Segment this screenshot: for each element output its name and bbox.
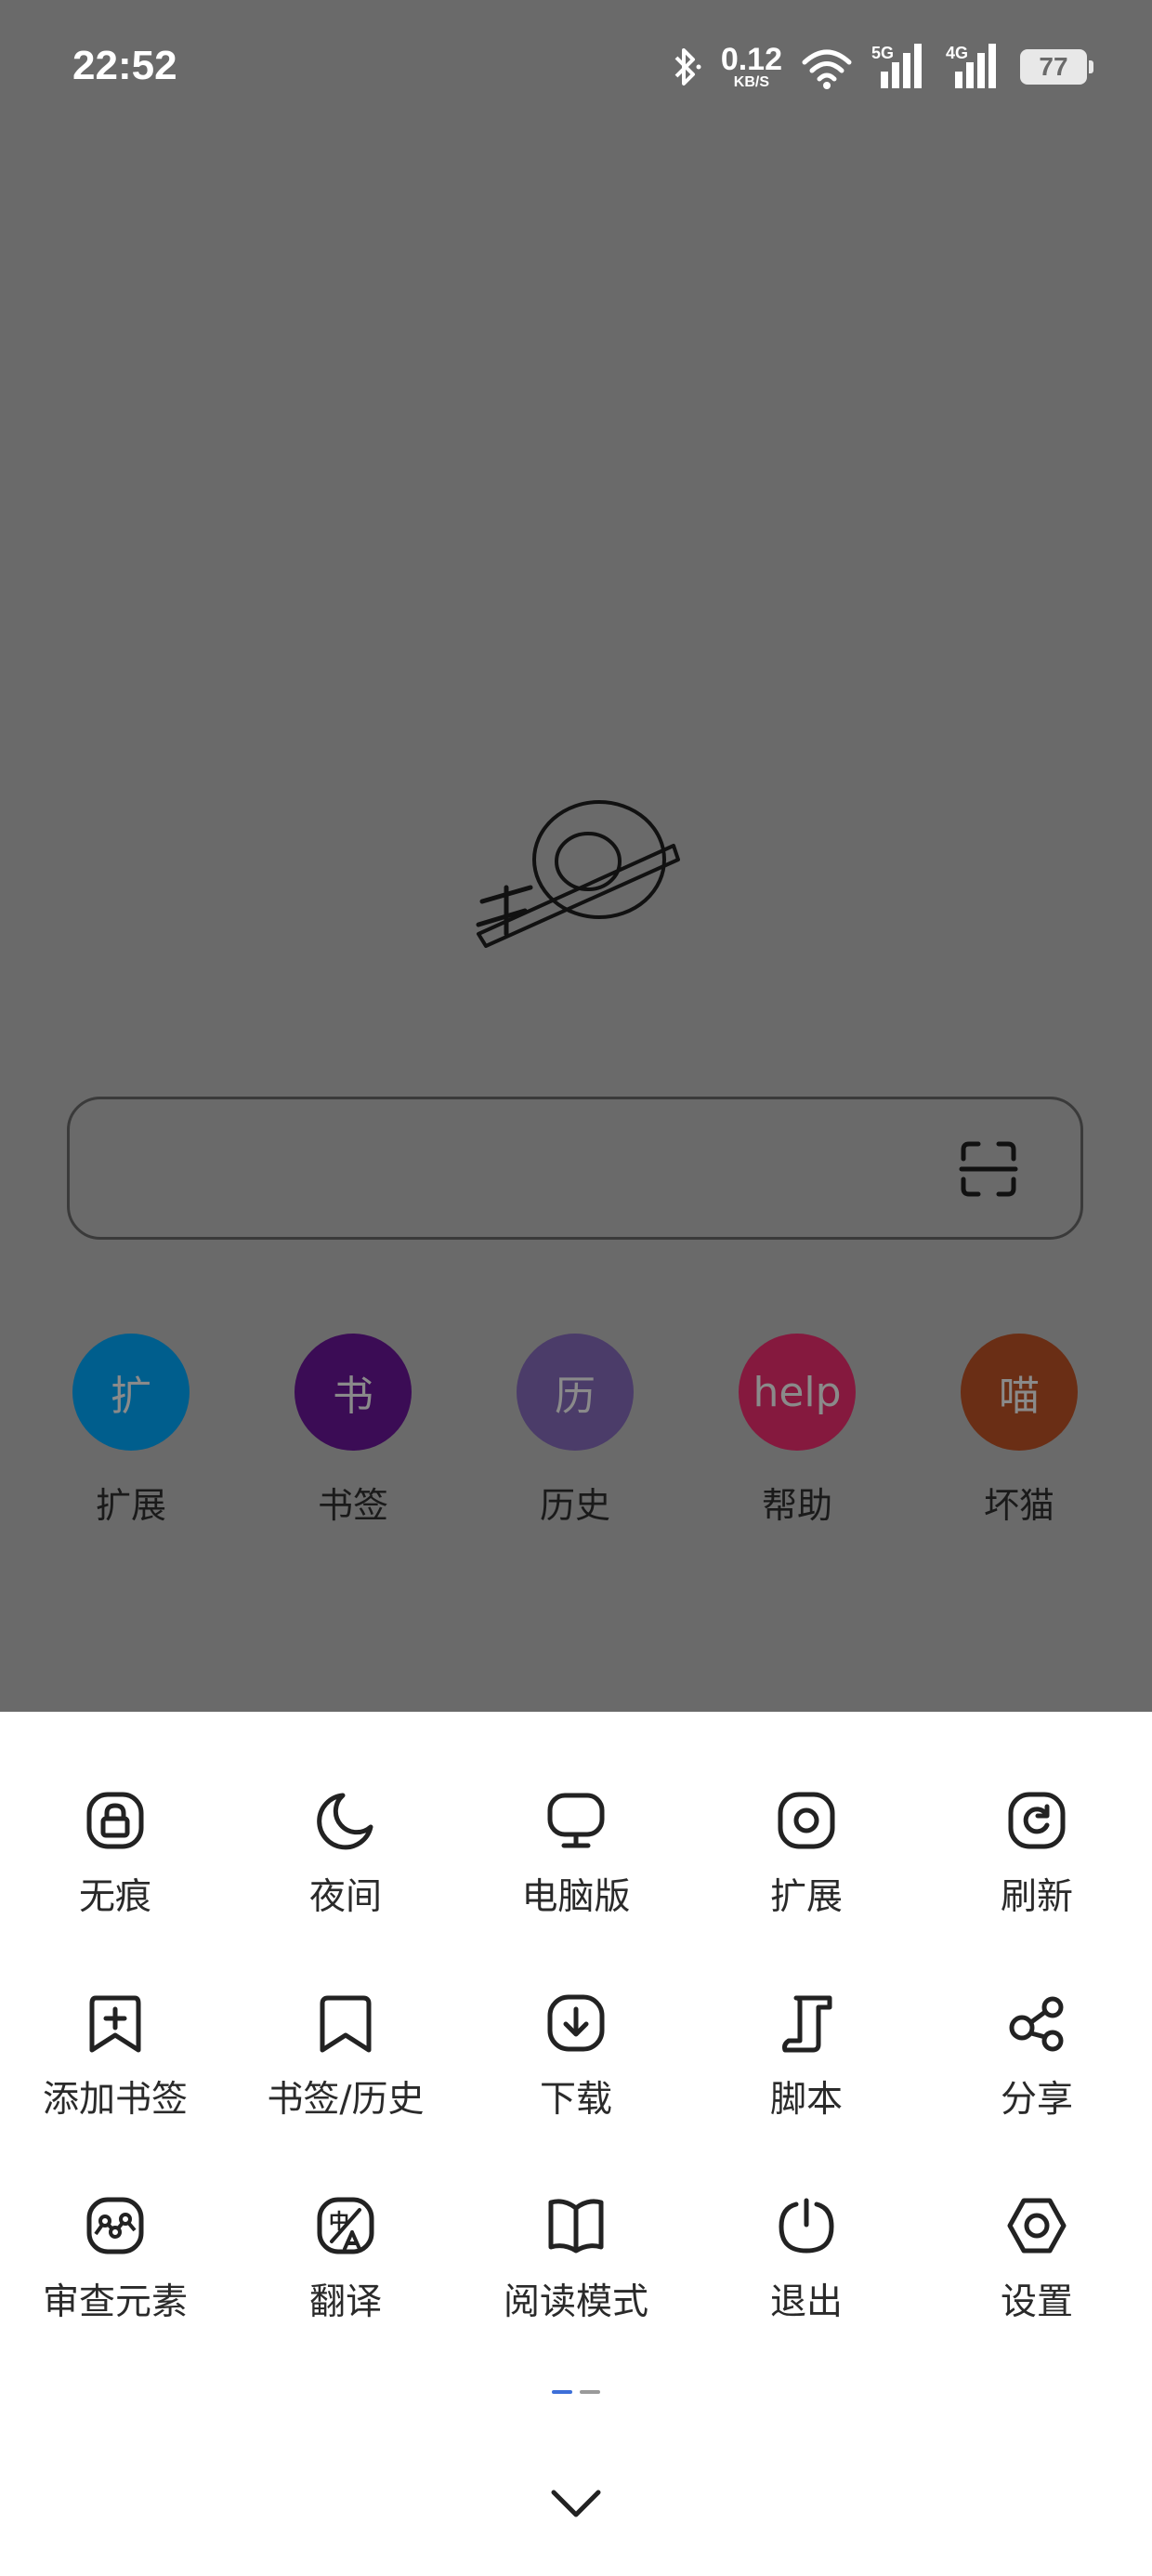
menu-item-download[interactable]: 下载 <box>461 1992 691 2123</box>
shortcut-history[interactable]: 历 历史 <box>487 1334 663 1528</box>
menu-item-label: 电脑版 <box>521 1876 631 1918</box>
shortcut-label: 帮助 <box>761 1485 832 1526</box>
script-icon <box>782 1995 832 2053</box>
shortcut-label: 历史 <box>539 1485 610 1526</box>
refresh-icon <box>1008 1792 1066 1849</box>
share-icon <box>1009 1996 1064 2052</box>
menu-item-settings[interactable]: 设置 <box>922 2195 1152 2325</box>
menu-item-label: 退出 <box>769 2281 843 2323</box>
menu-item-label: 分享 <box>1000 2079 1073 2121</box>
monitor-icon <box>547 1793 605 1848</box>
menu-item-refresh[interactable]: 刷新 <box>922 1790 1152 1920</box>
net-speed: 0.12 KB/S <box>721 44 782 90</box>
bluetooth-icon <box>674 48 701 85</box>
settings-icon <box>1007 2198 1067 2254</box>
browser-logo <box>476 800 680 948</box>
shortcut-icon: 喵 <box>961 1334 1078 1451</box>
menu-item-night[interactable]: 夜间 <box>230 1790 461 1920</box>
menu-item-label: 书签/历史 <box>267 2079 425 2121</box>
menu-item-label: 无痕 <box>78 1876 151 1918</box>
status-bar: 22:52 0.12 KB/S 5G 4G 77 <box>0 0 1152 139</box>
menu-item-label: 阅读模式 <box>503 2281 648 2323</box>
net-speed-unit: KB/S <box>733 74 770 90</box>
shortcut-label: 书签 <box>317 1485 388 1526</box>
battery-icon: 77 <box>1020 49 1093 85</box>
shortcut-help[interactable]: help 帮助 <box>709 1334 885 1528</box>
menu-item-add-bookmark[interactable]: 添加书签 <box>0 1992 230 2123</box>
shortcut-icon: 扩 <box>72 1334 190 1451</box>
wifi-icon <box>802 49 852 89</box>
lock-icon <box>86 1792 144 1849</box>
shortcut-bookmarks[interactable]: 书 书签 <box>265 1334 441 1528</box>
shortcut-label: 扩展 <box>95 1485 166 1526</box>
menu-item-label: 翻译 <box>308 2281 382 2323</box>
menu-item-label: 设置 <box>1000 2281 1073 2323</box>
menu-item-translate[interactable]: 中 翻译 <box>230 2195 461 2325</box>
shortcut-label: 坏猫 <box>983 1485 1054 1526</box>
signal-5g-icon: 5G <box>871 44 929 90</box>
shortcut-extensions[interactable]: 扩 扩展 <box>43 1334 219 1528</box>
menu-item-script[interactable]: 脚本 <box>691 1992 922 2123</box>
menu-item-label: 添加书签 <box>42 2079 188 2121</box>
search-input[interactable] <box>67 1097 1083 1240</box>
net-speed-value: 0.12 <box>720 42 782 77</box>
menu-item-reading-mode[interactable]: 阅读模式 <box>461 2195 691 2325</box>
add-bookmark-icon <box>89 1995 141 2053</box>
menu-item-label: 夜间 <box>308 1876 382 1918</box>
menu-sheet: 无痕 夜间 电脑版 扩展 刷新 添加书签 书签/历史 下载 脚本 分享 审查元素… <box>0 1712 1152 2576</box>
shortcut-badcat[interactable]: 喵 坏猫 <box>931 1334 1107 1528</box>
menu-page-indicator <box>552 2390 600 2394</box>
inspect-icon <box>86 2197 144 2254</box>
status-icons: 0.12 KB/S 5G 4G 77 <box>667 41 1093 93</box>
book-open-icon <box>548 2199 604 2254</box>
menu-item-exit[interactable]: 退出 <box>691 2195 922 2325</box>
extension-icon <box>778 1792 835 1849</box>
shortcut-icon: help <box>739 1334 856 1451</box>
menu-item-label: 刷新 <box>1000 1876 1073 1918</box>
menu-item-inspect[interactable]: 审查元素 <box>0 2195 230 2325</box>
battery-level: 77 <box>1039 52 1068 81</box>
menu-item-label: 扩展 <box>769 1876 843 1918</box>
page-dot[interactable] <box>580 2390 600 2394</box>
menu-item-extensions[interactable]: 扩展 <box>691 1790 922 1920</box>
chevron-down-icon[interactable] <box>548 2483 604 2524</box>
moon-icon <box>317 1793 373 1850</box>
signal-4g-icon: 4G <box>946 44 1003 90</box>
shortcut-icon: 历 <box>517 1334 634 1451</box>
menu-item-share[interactable]: 分享 <box>922 1992 1152 2123</box>
shortcut-row: 扩 扩展 书 书签 历 历史 help 帮助 喵 坏猫 <box>0 1334 1152 1529</box>
scan-icon[interactable] <box>958 1138 1019 1200</box>
status-time: 22:52 <box>72 43 177 88</box>
translate-icon: 中 <box>317 2197 374 2254</box>
menu-item-label: 脚本 <box>769 2079 843 2121</box>
bookmark-icon <box>320 1995 372 2053</box>
menu-item-label: 审查元素 <box>42 2281 188 2323</box>
menu-item-label: 下载 <box>539 2079 612 2121</box>
menu-item-bookmarks-history[interactable]: 书签/历史 <box>230 1992 461 2123</box>
power-icon <box>779 2198 834 2254</box>
menu-item-desktop-mode[interactable]: 电脑版 <box>461 1790 691 1920</box>
shortcut-icon: 书 <box>295 1334 412 1451</box>
download-icon <box>547 1994 605 2052</box>
menu-item-incognito[interactable]: 无痕 <box>0 1790 230 1920</box>
page-dot-active[interactable] <box>552 2390 572 2394</box>
